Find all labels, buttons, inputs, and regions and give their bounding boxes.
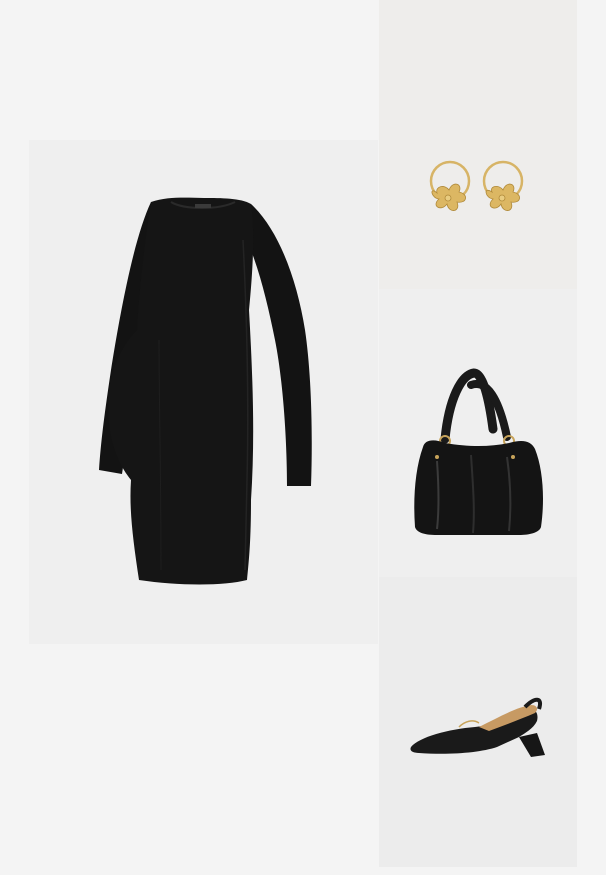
earrings-image xyxy=(429,160,524,211)
dress-image xyxy=(99,197,312,585)
product-card-handbag[interactable] xyxy=(379,289,577,577)
outfit-page: { "outfit": { "items": [ { "name": "dres… xyxy=(0,0,606,875)
product-card-earrings[interactable] xyxy=(379,0,577,289)
slingback-heels-image xyxy=(410,697,545,757)
product-card-dress[interactable] xyxy=(29,140,378,644)
product-card-slingback-heels[interactable] xyxy=(379,577,577,867)
handbag-image xyxy=(414,368,543,535)
